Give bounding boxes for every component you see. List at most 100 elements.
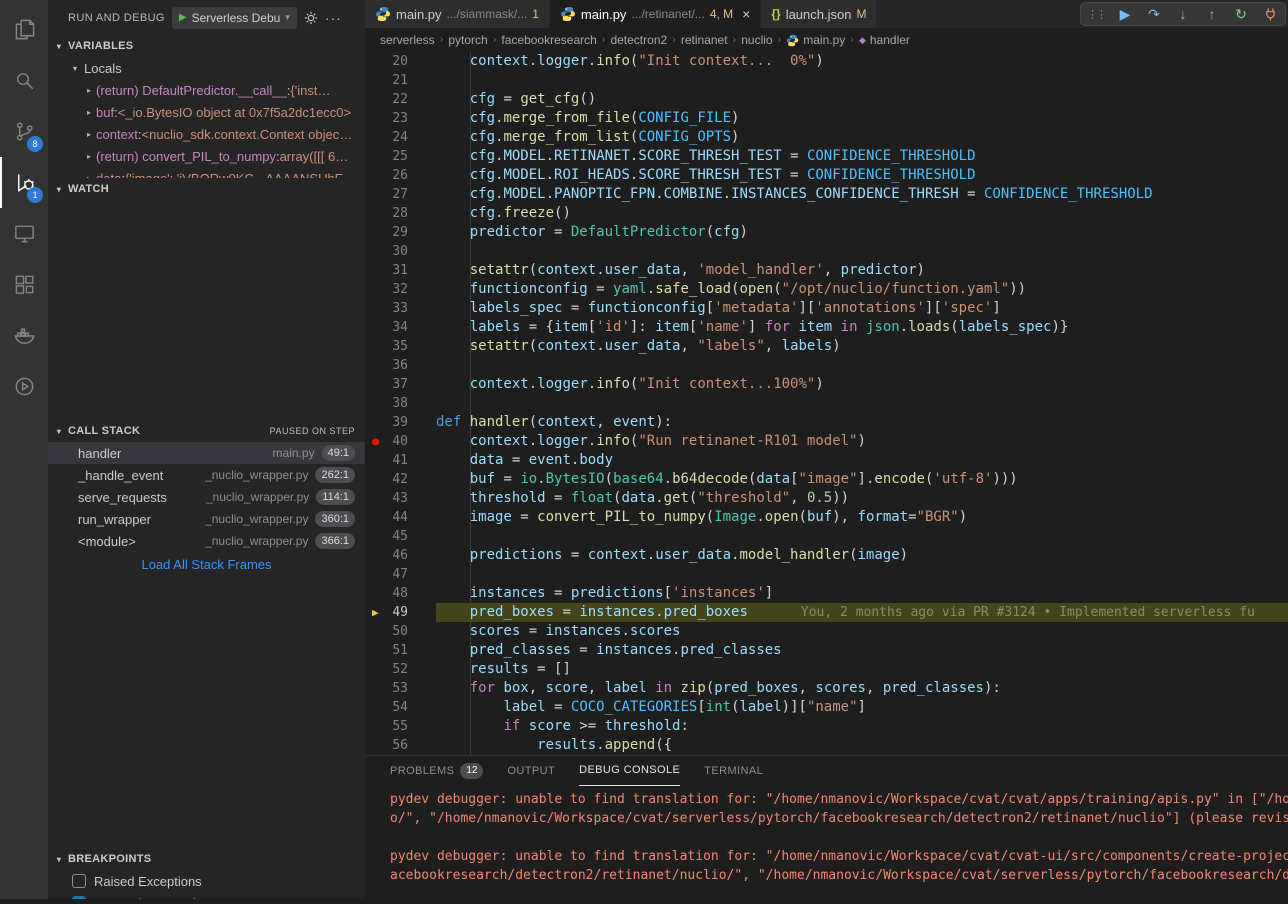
- gutter[interactable]: 53: [365, 679, 436, 698]
- call-stack-frame[interactable]: serve_requests_nuclio_wrapper.py114:1: [48, 486, 365, 508]
- gutter[interactable]: 41: [365, 451, 436, 470]
- code-text[interactable]: image = convert_PIL_to_numpy(Image.open(…: [436, 508, 1288, 527]
- code-line-44[interactable]: 44 image = convert_PIL_to_numpy(Image.op…: [365, 508, 1288, 527]
- extensions-icon[interactable]: [0, 259, 48, 310]
- code-line-53[interactable]: 53 for box, score, label in zip(pred_box…: [365, 679, 1288, 698]
- code-line-26[interactable]: 26 cfg.MODEL.ROI_HEADS.SCORE_THRESH_TEST…: [365, 166, 1288, 185]
- variable-row[interactable]: ▸(return) DefaultPredictor.__call__: {'i…: [48, 79, 365, 101]
- code-line-48[interactable]: 48 instances = predictions['instances']: [365, 584, 1288, 603]
- code-line-36[interactable]: 36: [365, 356, 1288, 375]
- code-text[interactable]: scores = instances.scores: [436, 622, 1288, 641]
- watch-section-header[interactable]: ▾ WATCH: [48, 178, 365, 200]
- code-text[interactable]: cfg.MODEL.ROI_HEADS.SCORE_THRESH_TEST = …: [436, 166, 1288, 185]
- call-stack-section-header[interactable]: ▾ CALL STACK PAUSED ON STEP: [48, 420, 365, 442]
- gutter[interactable]: 24: [365, 128, 436, 147]
- breakpoint-row[interactable]: ✓Uncaught Exceptions: [48, 892, 365, 899]
- call-stack-frame[interactable]: _handle_event_nuclio_wrapper.py262:1: [48, 464, 365, 486]
- code-text[interactable]: [436, 527, 1288, 546]
- gear-icon[interactable]: [304, 11, 318, 25]
- gutter[interactable]: 35: [365, 337, 436, 356]
- code-line-47[interactable]: 47: [365, 565, 1288, 584]
- code-line-50[interactable]: 50 scores = instances.scores: [365, 622, 1288, 641]
- code-line-22[interactable]: 22 cfg = get_cfg(): [365, 90, 1288, 109]
- code-text[interactable]: labels_spec = functionconfig['metadata']…: [436, 299, 1288, 318]
- gutter[interactable]: 54: [365, 698, 436, 717]
- code-line-31[interactable]: 31 setattr(context.user_data, 'model_han…: [365, 261, 1288, 280]
- code-text[interactable]: buf = io.BytesIO(base64.b64decode(data["…: [436, 470, 1288, 489]
- docker-icon[interactable]: [0, 310, 48, 361]
- code-line-34[interactable]: 34 labels = {item['id']: item['name'] fo…: [365, 318, 1288, 337]
- breakpoints-section-header[interactable]: ▾ BREAKPOINTS: [48, 848, 365, 870]
- panel-tab-output[interactable]: OUTPUT: [507, 756, 555, 786]
- code-line-35[interactable]: 35 setattr(context.user_data, "labels", …: [365, 337, 1288, 356]
- code-line-30[interactable]: 30: [365, 242, 1288, 261]
- code-line-32[interactable]: 32 functionconfig = yaml.safe_load(open(…: [365, 280, 1288, 299]
- code-text[interactable]: setattr(context.user_data, 'model_handle…: [436, 261, 1288, 280]
- gutter[interactable]: 51: [365, 641, 436, 660]
- gutter[interactable]: 52: [365, 660, 436, 679]
- code-text[interactable]: cfg.freeze(): [436, 204, 1288, 223]
- run-debug-icon[interactable]: 1: [0, 157, 48, 208]
- debug-config-dropdown[interactable]: ▶ Serverless Debu ▾: [172, 7, 297, 29]
- code-text[interactable]: predictor = DefaultPredictor(cfg): [436, 223, 1288, 242]
- code-line-55[interactable]: 55 if score >= threshold:: [365, 717, 1288, 736]
- breadcrumb-item-handler[interactable]: ◆handler: [859, 33, 910, 47]
- code-text[interactable]: instances = predictions['instances']: [436, 584, 1288, 603]
- code-line-21[interactable]: 21: [365, 71, 1288, 90]
- code-text[interactable]: context.logger.info("Init context... 0%"…: [436, 52, 1288, 71]
- call-stack-frame[interactable]: handlermain.py49:1: [48, 442, 365, 464]
- code-line-40[interactable]: ●40 context.logger.info("Run retinanet-R…: [365, 432, 1288, 451]
- gutter[interactable]: 27: [365, 185, 436, 204]
- gutter[interactable]: 39: [365, 413, 436, 432]
- editor-tab-main.py[interactable]: main.py.../siammask/...1: [365, 0, 550, 28]
- code-text[interactable]: functionconfig = yaml.safe_load(open("/o…: [436, 280, 1288, 299]
- call-stack-frame[interactable]: run_wrapper_nuclio_wrapper.py360:1: [48, 508, 365, 530]
- code-text[interactable]: results = []: [436, 660, 1288, 679]
- code-line-51[interactable]: 51 pred_classes = instances.pred_classes: [365, 641, 1288, 660]
- breadcrumb-item-retinanet[interactable]: retinanet: [681, 33, 728, 47]
- breakpoint-icon[interactable]: ●: [372, 432, 379, 451]
- variables-section-header[interactable]: ▾ VARIABLES: [48, 35, 365, 57]
- gutter[interactable]: 55: [365, 717, 436, 736]
- gutter[interactable]: 30: [365, 242, 436, 261]
- gutter[interactable]: 28: [365, 204, 436, 223]
- code-text[interactable]: [436, 71, 1288, 90]
- gutter[interactable]: 32: [365, 280, 436, 299]
- code-line-42[interactable]: 42 buf = io.BytesIO(base64.b64decode(dat…: [365, 470, 1288, 489]
- code-text[interactable]: cfg.MODEL.PANOPTIC_FPN.COMBINE.INSTANCES…: [436, 185, 1288, 204]
- gutter[interactable]: 25: [365, 147, 436, 166]
- restart-button[interactable]: ↻: [1232, 6, 1250, 23]
- editor-tab-launch.json[interactable]: {}launch.jsonM: [761, 0, 877, 28]
- code-text[interactable]: context.logger.info("Init context...100%…: [436, 375, 1288, 394]
- code-line-45[interactable]: 45: [365, 527, 1288, 546]
- variable-row[interactable]: ▸buf: <_io.BytesIO object at 0x7f5a2dc1e…: [48, 101, 365, 123]
- close-icon[interactable]: ×: [742, 6, 750, 22]
- code-text[interactable]: cfg.MODEL.RETINANET.SCORE_THRESH_TEST = …: [436, 147, 1288, 166]
- step-into-button[interactable]: ↓: [1174, 6, 1192, 22]
- source-control-icon[interactable]: 8: [0, 106, 48, 157]
- gutter[interactable]: ▶49: [365, 603, 436, 622]
- code-line-54[interactable]: 54 label = COCO_CATEGORIES[int(label)]["…: [365, 698, 1288, 717]
- code-line-28[interactable]: 28 cfg.freeze(): [365, 204, 1288, 223]
- code-text[interactable]: cfg.merge_from_list(CONFIG_OPTS): [436, 128, 1288, 147]
- code-line-24[interactable]: 24 cfg.merge_from_list(CONFIG_OPTS): [365, 128, 1288, 147]
- gutter[interactable]: 31: [365, 261, 436, 280]
- code-line-41[interactable]: 41 data = event.body: [365, 451, 1288, 470]
- code-text[interactable]: cfg = get_cfg(): [436, 90, 1288, 109]
- breadcrumb-item-pytorch[interactable]: pytorch: [448, 33, 487, 47]
- code-text[interactable]: predictions = context.user_data.model_ha…: [436, 546, 1288, 565]
- gutter[interactable]: 33: [365, 299, 436, 318]
- code-text[interactable]: [436, 356, 1288, 375]
- code-line-49[interactable]: ▶49 pred_boxes = instances.pred_boxesYou…: [365, 603, 1288, 622]
- variable-row[interactable]: ▸data: {'image': 'iVBORw0KG...AAAANSUhE…: [48, 167, 365, 178]
- gutter[interactable]: 42: [365, 470, 436, 489]
- breadcrumb-item-detectron2[interactable]: detectron2: [610, 33, 667, 47]
- code-text[interactable]: results.append({: [436, 736, 1288, 755]
- code-text[interactable]: [436, 565, 1288, 584]
- locals-scope-row[interactable]: ▾ Locals: [48, 57, 365, 79]
- code-text[interactable]: [436, 394, 1288, 413]
- breadcrumb-item-serverless[interactable]: serverless: [380, 33, 435, 47]
- gutter[interactable]: 36: [365, 356, 436, 375]
- code-line-25[interactable]: 25 cfg.MODEL.RETINANET.SCORE_THRESH_TEST…: [365, 147, 1288, 166]
- code-line-23[interactable]: 23 cfg.merge_from_file(CONFIG_FILE): [365, 109, 1288, 128]
